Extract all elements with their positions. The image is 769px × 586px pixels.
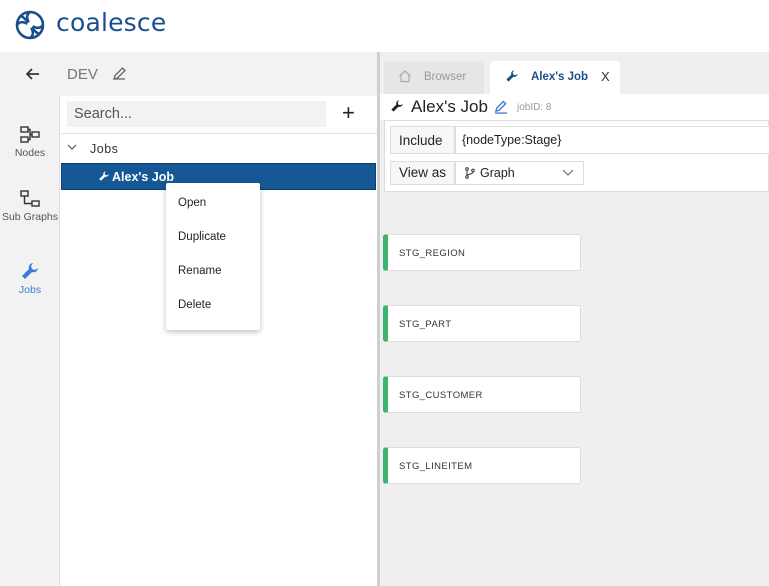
tab-label: Browser: [424, 71, 467, 83]
rail-item-label: Jobs: [18, 284, 42, 296]
node-label: STG_LINEITEM: [399, 461, 473, 472]
jobs-tree-panel: + Jobs Alex's Job: [61, 96, 377, 586]
job-label: Alex's Job: [112, 170, 175, 184]
menu-item-rename[interactable]: Rename: [178, 265, 221, 277]
view-as-value: Graph: [480, 166, 515, 180]
left-rail: Nodes Sub Graphs Jobs: [0, 96, 60, 586]
job-title: Alex's Job: [411, 97, 488, 116]
job-header: Alex's Job jobID: 8: [380, 94, 769, 120]
node-label: STG_REGION: [399, 248, 466, 259]
add-button[interactable]: +: [342, 102, 355, 124]
wrench-icon: [506, 70, 518, 82]
nodes-icon: [20, 126, 40, 143]
pencil-icon[interactable]: [494, 100, 508, 114]
close-tab-button[interactable]: X: [601, 69, 610, 84]
tab-alexs-job[interactable]: Alex's Job X: [490, 61, 620, 94]
job-id: jobID: 8: [517, 102, 552, 113]
node-label: STG_CUSTOMER: [399, 390, 483, 401]
rail-item-label: Nodes: [14, 147, 46, 159]
environment-name: DEV: [67, 66, 98, 83]
graph-canvas[interactable]: STG_REGION STG_PART STG_CUSTOMER STG_LIN…: [380, 224, 769, 586]
job-filter-panel: Include {nodeType:Stage} View as Graph: [384, 120, 769, 192]
subgraphs-icon: [20, 190, 40, 207]
menu-item-open[interactable]: Open: [178, 197, 206, 209]
tab-strip: Browser Alex's Job X: [380, 52, 769, 94]
folder-label: Jobs: [90, 142, 119, 156]
graph-node[interactable]: STG_CUSTOMER: [383, 376, 581, 413]
wrench-icon: [99, 171, 109, 181]
graph-node[interactable]: STG_PART: [383, 305, 581, 342]
wrench-icon: [22, 263, 38, 279]
arrow-left-icon[interactable]: [24, 65, 42, 83]
wrench-icon: [391, 100, 403, 112]
app-header: coalesce: [0, 0, 769, 52]
coalesce-logo-icon: [15, 10, 45, 40]
chevron-down-icon: [562, 169, 574, 176]
rail-item-jobs[interactable]: Jobs: [0, 261, 60, 296]
job-editor-pane: Browser Alex's Job X Alex's Job jobID: 8…: [380, 52, 769, 586]
include-field[interactable]: {nodeType:Stage}: [455, 126, 769, 154]
chevron-down-icon[interactable]: [67, 142, 77, 152]
rail-item-label: Sub Graphs: [1, 211, 59, 223]
include-label: Include: [390, 126, 455, 154]
tab-label: Alex's Job: [531, 71, 589, 83]
graph-node[interactable]: STG_REGION: [383, 234, 581, 271]
rail-item-subgraphs[interactable]: Sub Graphs: [0, 190, 60, 223]
search-input[interactable]: [67, 101, 326, 127]
rail-item-nodes[interactable]: Nodes: [0, 126, 60, 159]
branch-icon: [465, 167, 475, 179]
view-as-select[interactable]: Graph: [455, 161, 584, 185]
menu-item-duplicate[interactable]: Duplicate: [178, 231, 226, 243]
tree-folder-jobs[interactable]: Jobs: [61, 138, 377, 160]
home-icon: [399, 70, 411, 83]
node-label: STG_PART: [399, 319, 452, 330]
menu-item-delete[interactable]: Delete: [178, 299, 211, 311]
context-menu: Open Duplicate Rename Delete: [166, 183, 260, 330]
pencil-icon[interactable]: [112, 66, 127, 81]
app-name: coalesce: [56, 8, 167, 37]
view-as-label: View as: [390, 161, 455, 185]
graph-node[interactable]: STG_LINEITEM: [383, 447, 581, 484]
environment-bar: DEV: [0, 52, 378, 96]
divider: [61, 133, 377, 134]
tab-browser[interactable]: Browser: [384, 61, 484, 94]
